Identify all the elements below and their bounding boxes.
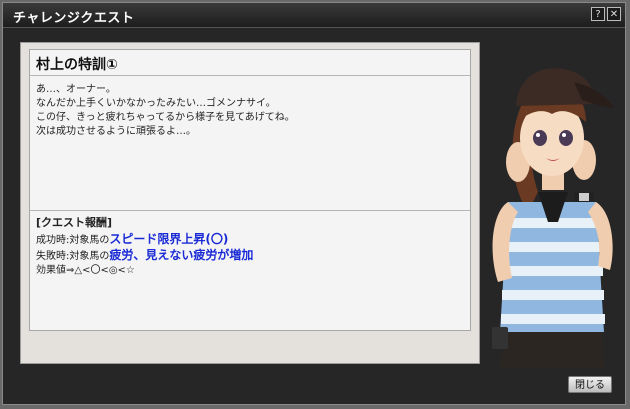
message-line: あ…、オーナー。	[36, 84, 116, 95]
success-value: スピード限界上昇(〇)	[109, 232, 229, 246]
reward-success-row: 成功時:対象馬のスピード限界上昇(〇)	[36, 232, 456, 248]
titlebar: チャレンジクエスト ? ✕	[3, 3, 625, 28]
quest-panel: 村上の特訓① あ…、オーナー。 なんだか上手くいかなかったみたい…ゴメンナサイ。…	[20, 42, 480, 364]
success-prefix: 成功時:対象馬の	[36, 235, 110, 246]
character-portrait-icon	[478, 42, 624, 368]
quest-title-bar: 村上の特訓①	[30, 50, 470, 76]
message-line: なんだか上手くいかなかったみたい…ゴメンナサイ。	[36, 98, 276, 109]
section-divider	[30, 210, 470, 211]
quest-content-box: 村上の特訓① あ…、オーナー。 なんだか上手くいかなかったみたい…ゴメンナサイ。…	[29, 49, 471, 331]
reward-header: [クエスト報酬]	[36, 216, 113, 229]
quest-name: 村上の特訓①	[36, 57, 118, 73]
message-line: 次は成功させるように頑張るよ…。	[36, 126, 196, 137]
failure-prefix: 失敗時:対象馬の	[36, 251, 110, 262]
close-button[interactable]: 閉じる	[568, 376, 612, 393]
quest-message: あ…、オーナー。 なんだか上手くいかなかったみたい…ゴメンナサイ。 この仔、きっ…	[36, 83, 456, 139]
effect-scale: 効果値⇒△<〇<◎<☆	[36, 265, 135, 276]
reward-section: [クエスト報酬] 成功時:対象馬のスピード限界上昇(〇) 失敗時:対象馬の疲労、…	[36, 216, 456, 278]
window-title: チャレンジクエスト	[13, 11, 135, 26]
failure-value: 疲労、見えない疲労が増加	[109, 248, 254, 262]
close-icon[interactable]: ✕	[607, 7, 621, 21]
reward-failure-row: 失敗時:対象馬の疲労、見えない疲労が増加	[36, 248, 456, 264]
message-line: この仔、きっと疲れちゃってるから様子を見てあげてね。	[36, 112, 295, 123]
help-button[interactable]: ?	[591, 7, 605, 21]
